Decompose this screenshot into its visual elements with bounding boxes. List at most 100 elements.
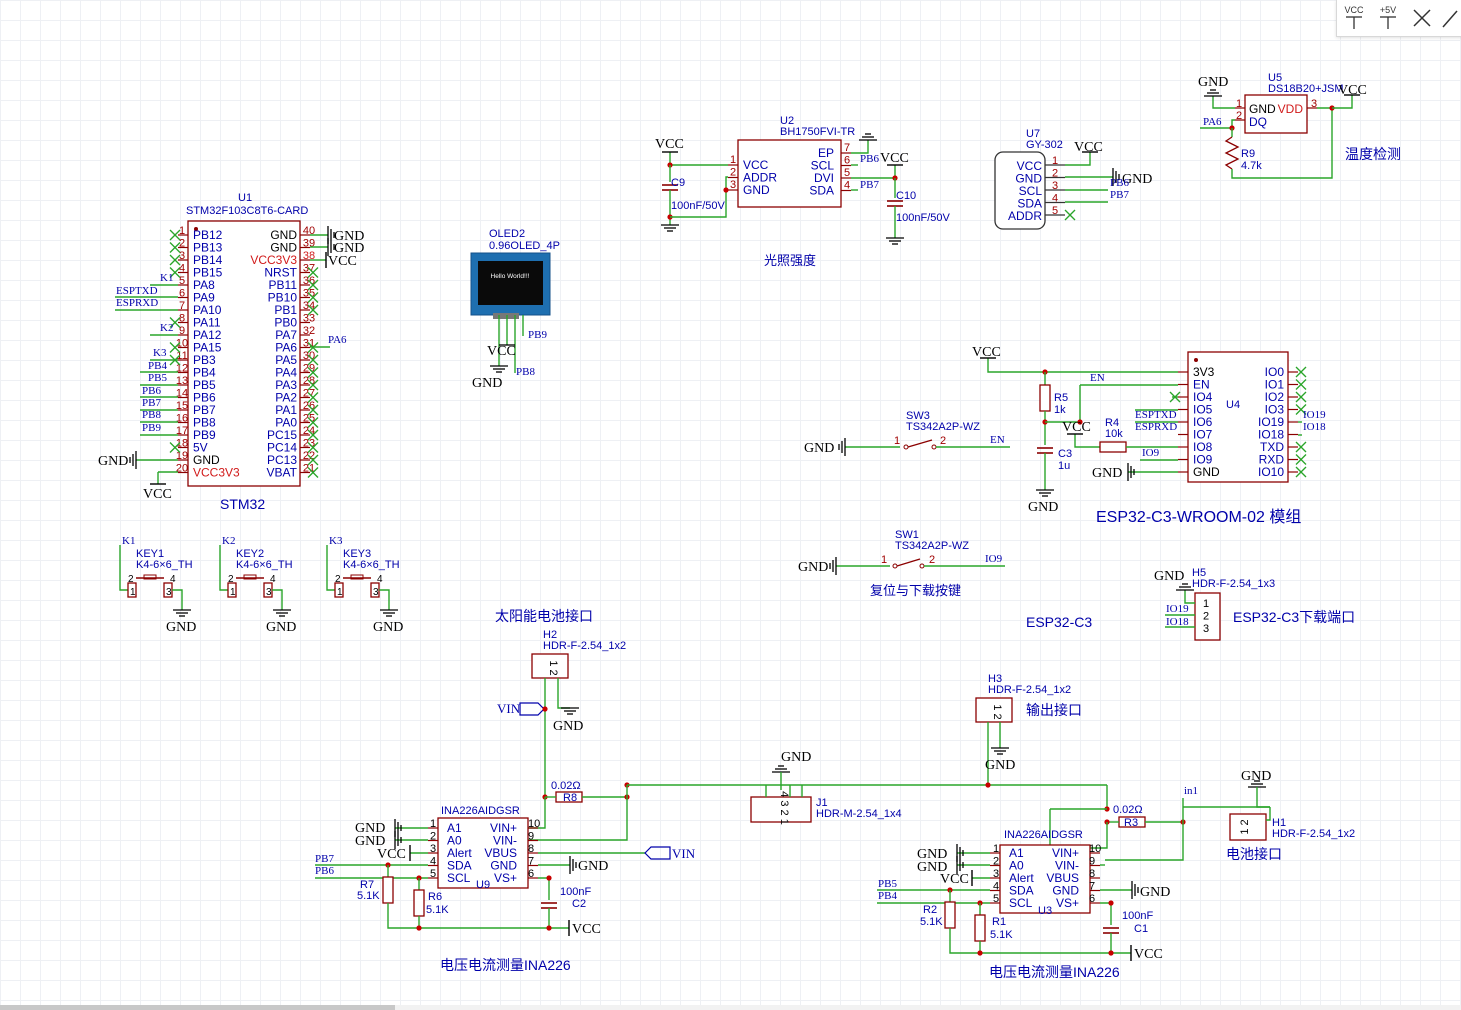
key-net-label: K3 [329,535,343,547]
switch-contact [903,444,909,450]
pin-number: 1 2 [991,704,1003,719]
pin-name: SCL [1009,896,1033,910]
net-label: PA6 [1203,116,1222,128]
resistor-body [1039,384,1051,412]
r5-ref: R5 [1054,392,1068,404]
wire [326,545,335,591]
pin-number: 7 [1089,881,1095,893]
wire [851,165,896,179]
resistor-body [1099,441,1127,453]
gnd-label: GND [373,620,403,635]
gnd-label: GND [781,750,811,765]
r2-value: 5.1K [920,916,943,928]
h3-title: 输出接口 [1026,702,1082,718]
ground-symbol [1131,881,1139,899]
junction-dot [985,782,991,788]
wire [1184,590,1195,604]
h5-part: HDR-F-2.54_1x3 [1192,578,1275,590]
pin-number: 4 [170,574,176,585]
r3-value: 0.02Ω [1113,804,1143,816]
pin-number: 7 [844,142,850,154]
junction-dot [546,925,552,931]
ground-symbol [1036,489,1054,497]
pin-number: 10 [528,818,540,830]
u3-part: INA226AIDGSR [1004,829,1083,841]
pin-name: SCL [447,871,471,885]
gnd-label: GND [1154,569,1184,584]
pin-number: 2 [993,856,999,868]
ground-symbol [859,133,877,141]
pin-name: DQ [1249,115,1267,129]
horizontal-scrollbar[interactable] [0,1005,1461,1010]
ground-symbol [886,237,904,245]
ground-symbol [490,365,508,373]
capacitor-ref: C3 [1058,448,1072,460]
pin-number: 32 [303,325,315,337]
no-connect-button[interactable] [1405,1,1439,35]
key-part: K4-6×6_TH [136,559,193,571]
r6-ref: R6 [428,891,442,903]
schematic-sheet[interactable]: U1STM32F103C8T6-CARDSTM321 PB122 PB133 PB14… [0,0,1461,1010]
pin-number: 1 2 [1239,819,1251,834]
draw-line-button[interactable] [1439,1,1459,35]
pin-number: 11 [176,350,187,362]
pin-number: 10 [176,338,188,350]
pin-number: 2 [929,554,935,566]
ground-symbol [772,765,790,773]
ground-symbol [173,609,191,617]
net-label: IO19 [1303,409,1326,421]
pin-name: SDA [809,184,834,198]
wire [379,589,390,610]
net-label: PB9 [142,422,161,434]
net-label: EN [990,434,1005,446]
sw3-part: TS342A2P-WZ [906,421,980,433]
pin-name: GND [1193,465,1220,479]
vcc-label: VCC [1074,140,1103,155]
pin-number: 2 [335,574,341,585]
resistor-body [382,876,394,904]
net-label: PB6 [315,865,334,877]
pin-number: 2 [940,435,946,447]
pin-number: 2 [1236,110,1242,122]
pin-number: 5 [844,167,850,179]
h2-title: 太阳能电池接口 [495,608,593,624]
esp32-c3-title: ESP32-C3 [1026,614,1092,630]
h1-title: 电池接口 [1226,846,1282,862]
resistor-body [974,914,986,942]
r9-value: 4.7k [1241,160,1262,172]
wire [851,140,869,154]
plus5v-power-button[interactable]: +5V [1371,1,1405,35]
ground-symbol [1204,89,1222,97]
u2-title: 光照强度 [764,253,816,268]
junction-dot [546,875,552,881]
pin-number: 3 [1203,623,1209,635]
vcc-label: VCC [880,151,909,166]
r7-value: 5.1K [357,890,380,902]
r6-value: 5.1K [426,904,449,916]
pin1-marker [1194,358,1198,362]
net-label: ESPTXD [116,285,158,297]
u1-part: STM32F103C8T6-CARD [186,205,308,217]
pin-name: VCC3V3 [193,466,240,480]
vin-label: VIN [672,846,696,861]
capacitor-value: 100nF [1122,910,1153,922]
gnd-label: GND [798,560,828,575]
vcc-label: VCC [572,922,601,937]
pin-number: 2 [1052,168,1058,180]
pin-number: 1 [1236,98,1242,110]
capacitor-value: 1u [1058,460,1070,472]
pin-number: 3 [1311,98,1317,110]
pin-number: 7 [179,300,185,312]
wire [669,152,728,166]
net-label: PB5 [148,372,167,384]
net-label: PB6 [860,153,879,165]
pin-number: 2 [430,831,436,843]
vcc-power-button[interactable]: VCC [1337,1,1371,35]
r8-ref: R8 [563,792,577,804]
wire [119,545,128,591]
scrollbar-thumb[interactable] [0,1005,395,1010]
capacitor-value: 100nF [560,886,591,898]
gnd-label: GND [472,376,502,391]
vcc-label: VCC [1062,420,1091,435]
pin-number: 2 [128,574,134,585]
